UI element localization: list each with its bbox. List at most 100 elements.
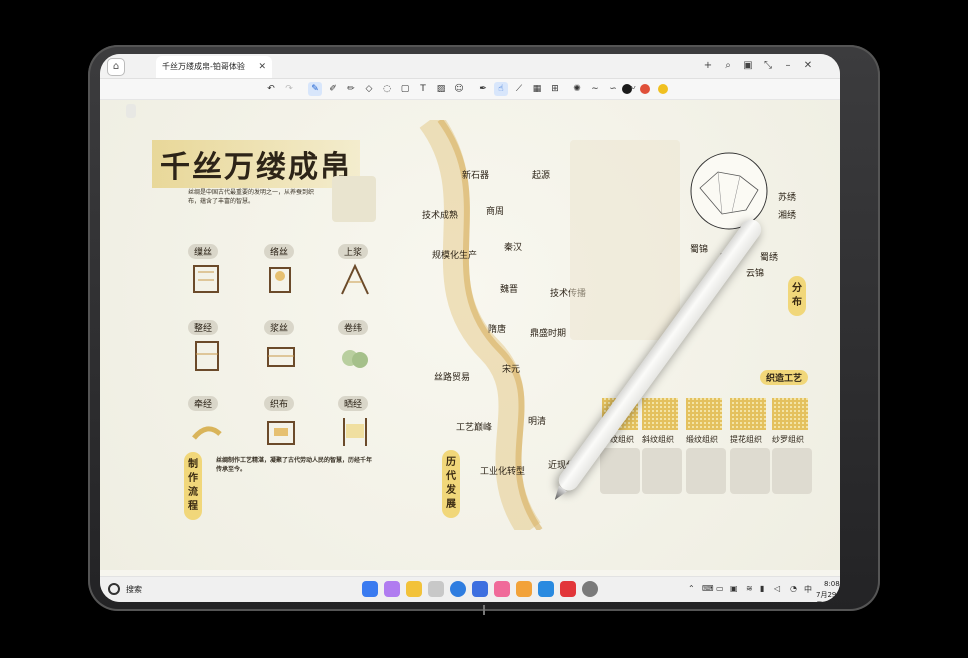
search-icon[interactable] bbox=[108, 583, 120, 595]
settings-icon[interactable] bbox=[582, 581, 598, 597]
silkworm-illustration bbox=[332, 176, 376, 222]
era-label: 商周 bbox=[486, 207, 505, 217]
calendar-icon[interactable] bbox=[516, 581, 532, 597]
tab-title: 千丝万缕成帛-铂哥体验 bbox=[162, 62, 245, 71]
language-icon[interactable]: 中 bbox=[804, 584, 812, 595]
files-icon[interactable] bbox=[538, 581, 554, 597]
window-close-icon[interactable]: ✕ bbox=[800, 57, 816, 75]
weave-label: 缎纹组织 bbox=[686, 435, 718, 444]
insert-icon[interactable]: ⊞ bbox=[548, 82, 562, 96]
appgallery-icon[interactable] bbox=[560, 581, 576, 597]
craft-title: 织造工艺 bbox=[760, 370, 809, 385]
clipboard-icon[interactable]: ▭ bbox=[716, 584, 724, 593]
bobbin-illustration bbox=[342, 350, 368, 368]
volume-icon[interactable]: ◁ bbox=[774, 584, 780, 593]
era-label: 隋唐 bbox=[488, 325, 507, 335]
hand-icon[interactable]: ☝ bbox=[494, 82, 508, 96]
era-label: 新石器 bbox=[462, 171, 490, 181]
event-label: 工艺巅峰 bbox=[456, 423, 493, 433]
warp-illustration bbox=[195, 341, 219, 371]
step-label: 牵经 bbox=[188, 396, 219, 411]
fullscreen-icon[interactable]: ⤡ bbox=[760, 57, 776, 75]
color-swatch-yellow[interactable] bbox=[658, 84, 668, 94]
stroke-medium-icon[interactable]: ∽ bbox=[606, 82, 620, 96]
mail-icon[interactable] bbox=[472, 581, 488, 597]
shape-icon[interactable]: ▢ bbox=[398, 82, 412, 96]
photos-icon[interactable] bbox=[494, 581, 510, 597]
marker-icon[interactable]: ✐ bbox=[326, 82, 340, 96]
close-icon[interactable]: ✕ bbox=[258, 56, 266, 78]
home-icon[interactable]: ⌂ bbox=[107, 58, 125, 76]
weave-swatch-gauze bbox=[772, 398, 808, 430]
notes-icon[interactable] bbox=[406, 581, 422, 597]
process-summary: 丝绸制作工艺精湛，凝聚了古代劳动人民的智慧，历经千年传承至今。 bbox=[216, 457, 373, 473]
loom-illustration bbox=[193, 265, 219, 293]
redo-icon[interactable]: ↷ bbox=[282, 82, 296, 96]
map-label: 蜀锦 bbox=[690, 245, 709, 255]
map-label: 云锦 bbox=[746, 269, 765, 279]
reel-illustration bbox=[269, 267, 291, 293]
step-label: 整经 bbox=[188, 320, 219, 335]
tablet-screen: ⌂ 千丝万缕成帛-铂哥体验 ✕ + ⌕ ▣ ⤡ – ✕ ↶ ↷ ✎ ✐ ✏ ◇ … bbox=[100, 54, 840, 602]
image-icon[interactable]: ▨ bbox=[434, 82, 448, 96]
table-icon[interactable]: ▦ bbox=[530, 82, 544, 96]
pen-icon[interactable]: ✎ bbox=[308, 82, 322, 96]
history-vertical-tag: 历代发展 bbox=[442, 450, 460, 518]
new-tab-icon[interactable]: + bbox=[700, 57, 716, 75]
battery-icon[interactable]: ▮ bbox=[760, 584, 764, 593]
frame-illustration bbox=[341, 263, 369, 295]
cloth-illustration bbox=[192, 426, 222, 440]
map-label: 湘绣 bbox=[778, 211, 797, 221]
step-label: 浆丝 bbox=[264, 320, 295, 335]
sticker-icon[interactable]: ☺ bbox=[452, 82, 466, 96]
step-label: 织布 bbox=[264, 396, 295, 411]
search-icon[interactable]: ⌕ bbox=[720, 57, 736, 75]
search-label[interactable]: 搜索 bbox=[126, 584, 142, 595]
undo-icon[interactable]: ↶ bbox=[264, 82, 278, 96]
note-canvas[interactable]: 千丝万缕成帛 丝绸是中国古代最重要的发明之一，从养蚕到织布，蕴含了丰富的智慧。 … bbox=[100, 100, 840, 570]
chevron-up-icon[interactable]: ⌃ bbox=[688, 584, 695, 593]
clock-time[interactable]: 8:08 bbox=[824, 580, 840, 588]
weave-label: 斜纹组织 bbox=[642, 435, 674, 444]
stroke-thin-icon[interactable]: ∼ bbox=[588, 82, 602, 96]
gallery-icon[interactable] bbox=[384, 581, 400, 597]
pencil-icon[interactable]: ✏ bbox=[344, 82, 358, 96]
eraser-icon[interactable]: ◇ bbox=[362, 82, 376, 96]
era-label: 宋元 bbox=[502, 365, 521, 375]
text-icon[interactable]: T bbox=[416, 82, 430, 96]
weave-card bbox=[730, 448, 770, 494]
step-label: 上浆 bbox=[338, 244, 369, 259]
taskbar: 搜索 ⌃ ⌨ ▭ ▣ ≋ ▮ ◁ ◔ 中 8:08 7月29日 bbox=[100, 576, 840, 602]
drawing-toolbar: ↶ ↷ ✎ ✐ ✏ ◇ ◌ ▢ T ▨ ☺ ✒ ☝ ⟋ ▦ ⊞ ✺ ∼ ∽ 〰 bbox=[100, 79, 840, 100]
notification-icon[interactable]: ◔ bbox=[790, 584, 797, 593]
color-swatch-black[interactable] bbox=[622, 84, 632, 94]
minimize-icon[interactable]: – bbox=[780, 57, 796, 75]
keyboard-icon[interactable]: ⌨ bbox=[702, 584, 714, 593]
clock-date[interactable]: 7月29日 bbox=[816, 590, 840, 602]
era-label: 秦汉 bbox=[504, 243, 523, 253]
sizing-illustration bbox=[267, 347, 295, 367]
page-handle-icon[interactable] bbox=[126, 104, 136, 118]
page-title: 千丝万缕成帛 bbox=[152, 140, 360, 188]
intro-text: 丝绸是中国古代最重要的发明之一，从养蚕到织布，蕴含了丰富的智慧。 bbox=[188, 189, 315, 205]
event-label: 工业化转型 bbox=[480, 467, 526, 477]
era-label: 明清 bbox=[528, 417, 547, 427]
trash-icon[interactable] bbox=[428, 581, 444, 597]
lasso-icon[interactable]: ◌ bbox=[380, 82, 394, 96]
wifi-icon[interactable]: ≋ bbox=[746, 584, 753, 593]
step-label: 晒经 bbox=[338, 396, 369, 411]
sidebar-icon[interactable]: ▣ bbox=[740, 57, 756, 75]
laser-icon[interactable]: ✺ bbox=[570, 82, 584, 96]
weave-card bbox=[642, 448, 682, 494]
tab-document[interactable]: 千丝万缕成帛-铂哥体验 ✕ bbox=[156, 56, 272, 78]
browser-icon[interactable] bbox=[450, 581, 466, 597]
screen-icon[interactable]: ▣ bbox=[730, 584, 738, 593]
ruler-icon[interactable]: ⟋ bbox=[512, 82, 526, 96]
tablet-hinge bbox=[483, 605, 485, 615]
highlighter-icon[interactable]: ✒ bbox=[476, 82, 490, 96]
color-swatch-red[interactable] bbox=[640, 84, 650, 94]
weave-label: 纱罗组织 bbox=[772, 435, 804, 444]
app-launcher-icon[interactable] bbox=[362, 581, 378, 597]
event-label: 技术成熟 bbox=[422, 211, 459, 221]
weave-card bbox=[600, 448, 640, 494]
